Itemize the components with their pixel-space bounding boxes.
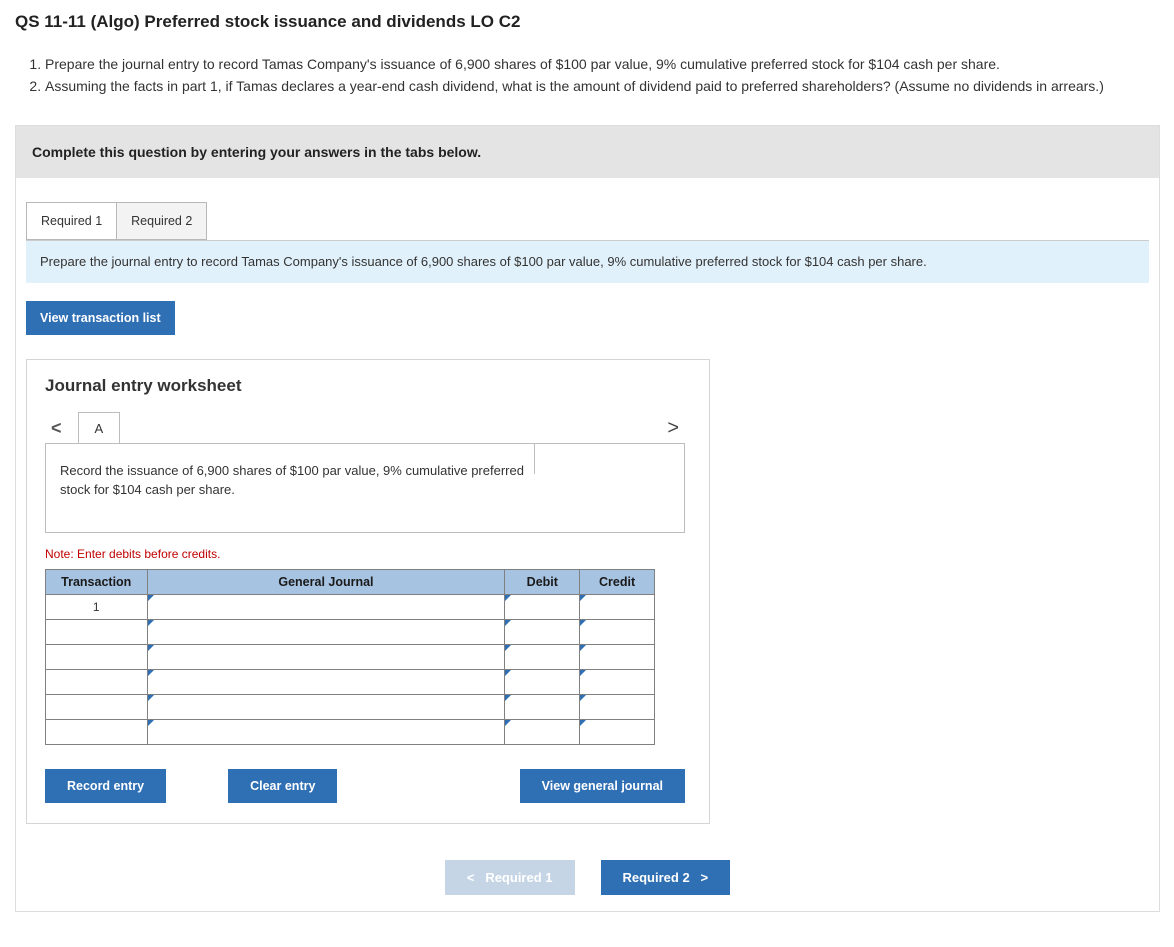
item1-text: Prepare the journal entry to record Tama…	[45, 56, 1000, 72]
clear-entry-button[interactable]: Clear entry	[228, 769, 337, 803]
tab-required-2[interactable]: Required 2	[116, 202, 207, 240]
worksheet-button-row: Record entry Clear entry View general jo…	[45, 769, 685, 803]
dropdown-indicator-icon	[580, 720, 586, 726]
record-entry-button[interactable]: Record entry	[45, 769, 166, 803]
problem-list: Prepare the journal entry to record Tama…	[45, 54, 1159, 97]
problem-item-1: Prepare the journal entry to record Tama…	[45, 54, 1159, 74]
tabs-row: Required 1 Required 2	[16, 178, 1159, 240]
table-row	[46, 670, 655, 695]
col-transaction: Transaction	[46, 570, 148, 595]
dropdown-indicator-icon	[505, 720, 511, 726]
tab-instruction: Prepare the journal entry to record Tama…	[26, 240, 1149, 284]
worksheet-tab-a[interactable]: A	[78, 412, 121, 444]
view-general-journal-button[interactable]: View general journal	[520, 769, 685, 803]
next-label: Required 2	[623, 870, 690, 885]
dropdown-indicator-icon	[148, 595, 154, 601]
cell-transaction[interactable]	[46, 645, 148, 670]
dropdown-indicator-icon	[505, 595, 511, 601]
col-general-journal: General Journal	[147, 570, 505, 595]
view-transaction-list-button[interactable]: View transaction list	[26, 301, 175, 335]
prev-required-button[interactable]: < Required 1	[445, 860, 575, 895]
prev-label: Required 1	[485, 870, 552, 885]
journal-entry-table: Transaction General Journal Debit Credit…	[45, 569, 655, 745]
cell-transaction[interactable]	[46, 670, 148, 695]
cell-credit[interactable]	[580, 645, 655, 670]
dropdown-indicator-icon	[580, 695, 586, 701]
instruction-bar: Complete this question by entering your …	[16, 126, 1159, 178]
table-row	[46, 645, 655, 670]
dropdown-indicator-icon	[505, 695, 511, 701]
cell-debit[interactable]	[505, 595, 580, 620]
cell-debit[interactable]	[505, 645, 580, 670]
dropdown-indicator-icon	[580, 620, 586, 626]
table-row	[46, 720, 655, 745]
item2-text: Assuming the facts in part 1, if Tamas d…	[45, 78, 1104, 94]
dropdown-indicator-icon	[148, 720, 154, 726]
cell-gj[interactable]	[147, 595, 505, 620]
chevron-left-icon[interactable]: <	[45, 418, 68, 439]
cell-debit[interactable]	[505, 670, 580, 695]
dropdown-indicator-icon	[505, 645, 511, 651]
col-credit: Credit	[580, 570, 655, 595]
cell-credit[interactable]	[580, 695, 655, 720]
dropdown-indicator-icon	[505, 670, 511, 676]
chevron-right-icon[interactable]: >	[661, 417, 685, 440]
cell-transaction[interactable]	[46, 695, 148, 720]
cell-credit[interactable]	[580, 595, 655, 620]
worksheet-description: Record the issuance of 6,900 shares of $…	[45, 443, 685, 533]
dropdown-indicator-icon	[148, 645, 154, 651]
dropdown-indicator-icon	[148, 670, 154, 676]
problem-item-2: Assuming the facts in part 1, if Tamas d…	[45, 76, 1159, 96]
dropdown-indicator-icon	[148, 695, 154, 701]
cell-transaction-1[interactable]: 1	[46, 595, 148, 620]
cell-debit[interactable]	[505, 620, 580, 645]
question-title: QS 11-11 (Algo) Preferred stock issuance…	[15, 12, 1159, 32]
cell-credit[interactable]	[580, 720, 655, 745]
worksheet-nav-row: < A >	[45, 412, 685, 444]
dropdown-indicator-icon	[580, 670, 586, 676]
table-row	[46, 695, 655, 720]
worksheet-note: Note: Enter debits before credits.	[45, 547, 691, 561]
cell-credit[interactable]	[580, 620, 655, 645]
table-row	[46, 620, 655, 645]
table-row: 1	[46, 595, 655, 620]
journal-entry-worksheet: Journal entry worksheet < A > Record the…	[26, 359, 710, 824]
cell-gj[interactable]	[147, 620, 505, 645]
next-required-button[interactable]: Required 2 >	[601, 860, 731, 895]
cell-gj[interactable]	[147, 645, 505, 670]
cell-gj[interactable]	[147, 695, 505, 720]
cell-debit[interactable]	[505, 720, 580, 745]
cell-debit[interactable]	[505, 695, 580, 720]
worksheet-desc-text: Record the issuance of 6,900 shares of $…	[60, 463, 524, 497]
dropdown-indicator-icon	[148, 620, 154, 626]
cell-gj[interactable]	[147, 720, 505, 745]
desc-spacer	[534, 444, 684, 474]
chevron-right-icon: >	[701, 870, 709, 885]
worksheet-title: Journal entry worksheet	[45, 376, 691, 396]
cell-transaction[interactable]	[46, 620, 148, 645]
answer-container: Complete this question by entering your …	[15, 125, 1160, 913]
dropdown-indicator-icon	[580, 595, 586, 601]
cell-credit[interactable]	[580, 670, 655, 695]
tab-required-1[interactable]: Required 1	[26, 202, 117, 240]
cell-gj[interactable]	[147, 670, 505, 695]
dropdown-indicator-icon	[505, 620, 511, 626]
cell-transaction[interactable]	[46, 720, 148, 745]
chevron-left-icon: <	[467, 870, 475, 885]
bottom-navigation: < Required 1 Required 2 >	[16, 838, 1159, 911]
dropdown-indicator-icon	[580, 645, 586, 651]
col-debit: Debit	[505, 570, 580, 595]
